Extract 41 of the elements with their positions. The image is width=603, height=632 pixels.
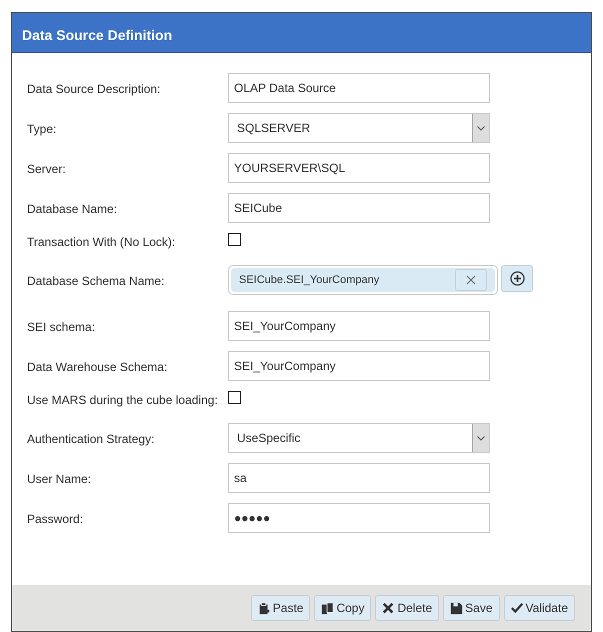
input-field[interactable]: SEI_YourCompany (228, 351, 490, 381)
field-label: SEI schema: (27, 319, 96, 336)
caret-icon (477, 436, 485, 440)
dropdown[interactable]: SQLSERVER (228, 113, 490, 143)
input-field[interactable]: SEI_YourCompany (228, 311, 490, 341)
field-label: Password: (27, 511, 84, 528)
tag-label: SEICube.SEI_YourCompany (239, 272, 380, 288)
field-label: Database Schema Name: (27, 273, 166, 290)
action-button[interactable]: Validate (504, 595, 575, 621)
input-field[interactable]: ●●●●● (228, 503, 490, 533)
x-icon (382, 602, 396, 614)
field-label: User Name: (27, 471, 92, 488)
field-label: Database Name: (27, 201, 118, 218)
caret-icon (477, 126, 485, 130)
action-button[interactable]: Copy (314, 595, 372, 621)
field-label: Data Source Description: (27, 81, 162, 98)
field-label: Data Warehouse Schema: (27, 359, 168, 376)
field-label: Type: (27, 121, 58, 138)
dropdown[interactable]: UseSpecific (228, 423, 490, 453)
input-field[interactable]: OLAP Data Source (228, 73, 490, 103)
tag-field[interactable]: SEICube.SEI_YourCompany (228, 265, 498, 295)
copy-icon (321, 602, 334, 614)
paste-icon (258, 602, 271, 614)
input-field[interactable]: sa (228, 463, 490, 493)
checkbox[interactable] (228, 233, 241, 246)
field-label: Use MARS during the cube loading: (27, 392, 219, 409)
input-field[interactable]: SEICube (228, 193, 490, 223)
input-field[interactable]: YOURSERVER\SQL (228, 153, 490, 183)
add-button[interactable] (501, 265, 533, 292)
close-icon (466, 275, 476, 285)
checkbox[interactable] (228, 391, 241, 404)
field-label: Server: (27, 161, 67, 178)
action-button[interactable]: Paste (250, 595, 310, 621)
field-label: Transaction With (No Lock): (27, 234, 176, 251)
checkmark-icon (510, 602, 524, 614)
panel-title: Data Source Definition (22, 27, 172, 43)
field-label: Authentication Strategy: (27, 431, 156, 448)
action-button[interactable]: Delete (375, 595, 440, 621)
action-button[interactable]: Save (443, 595, 500, 621)
remove-tag-button[interactable] (455, 269, 487, 291)
plus-circle-icon (510, 271, 524, 286)
